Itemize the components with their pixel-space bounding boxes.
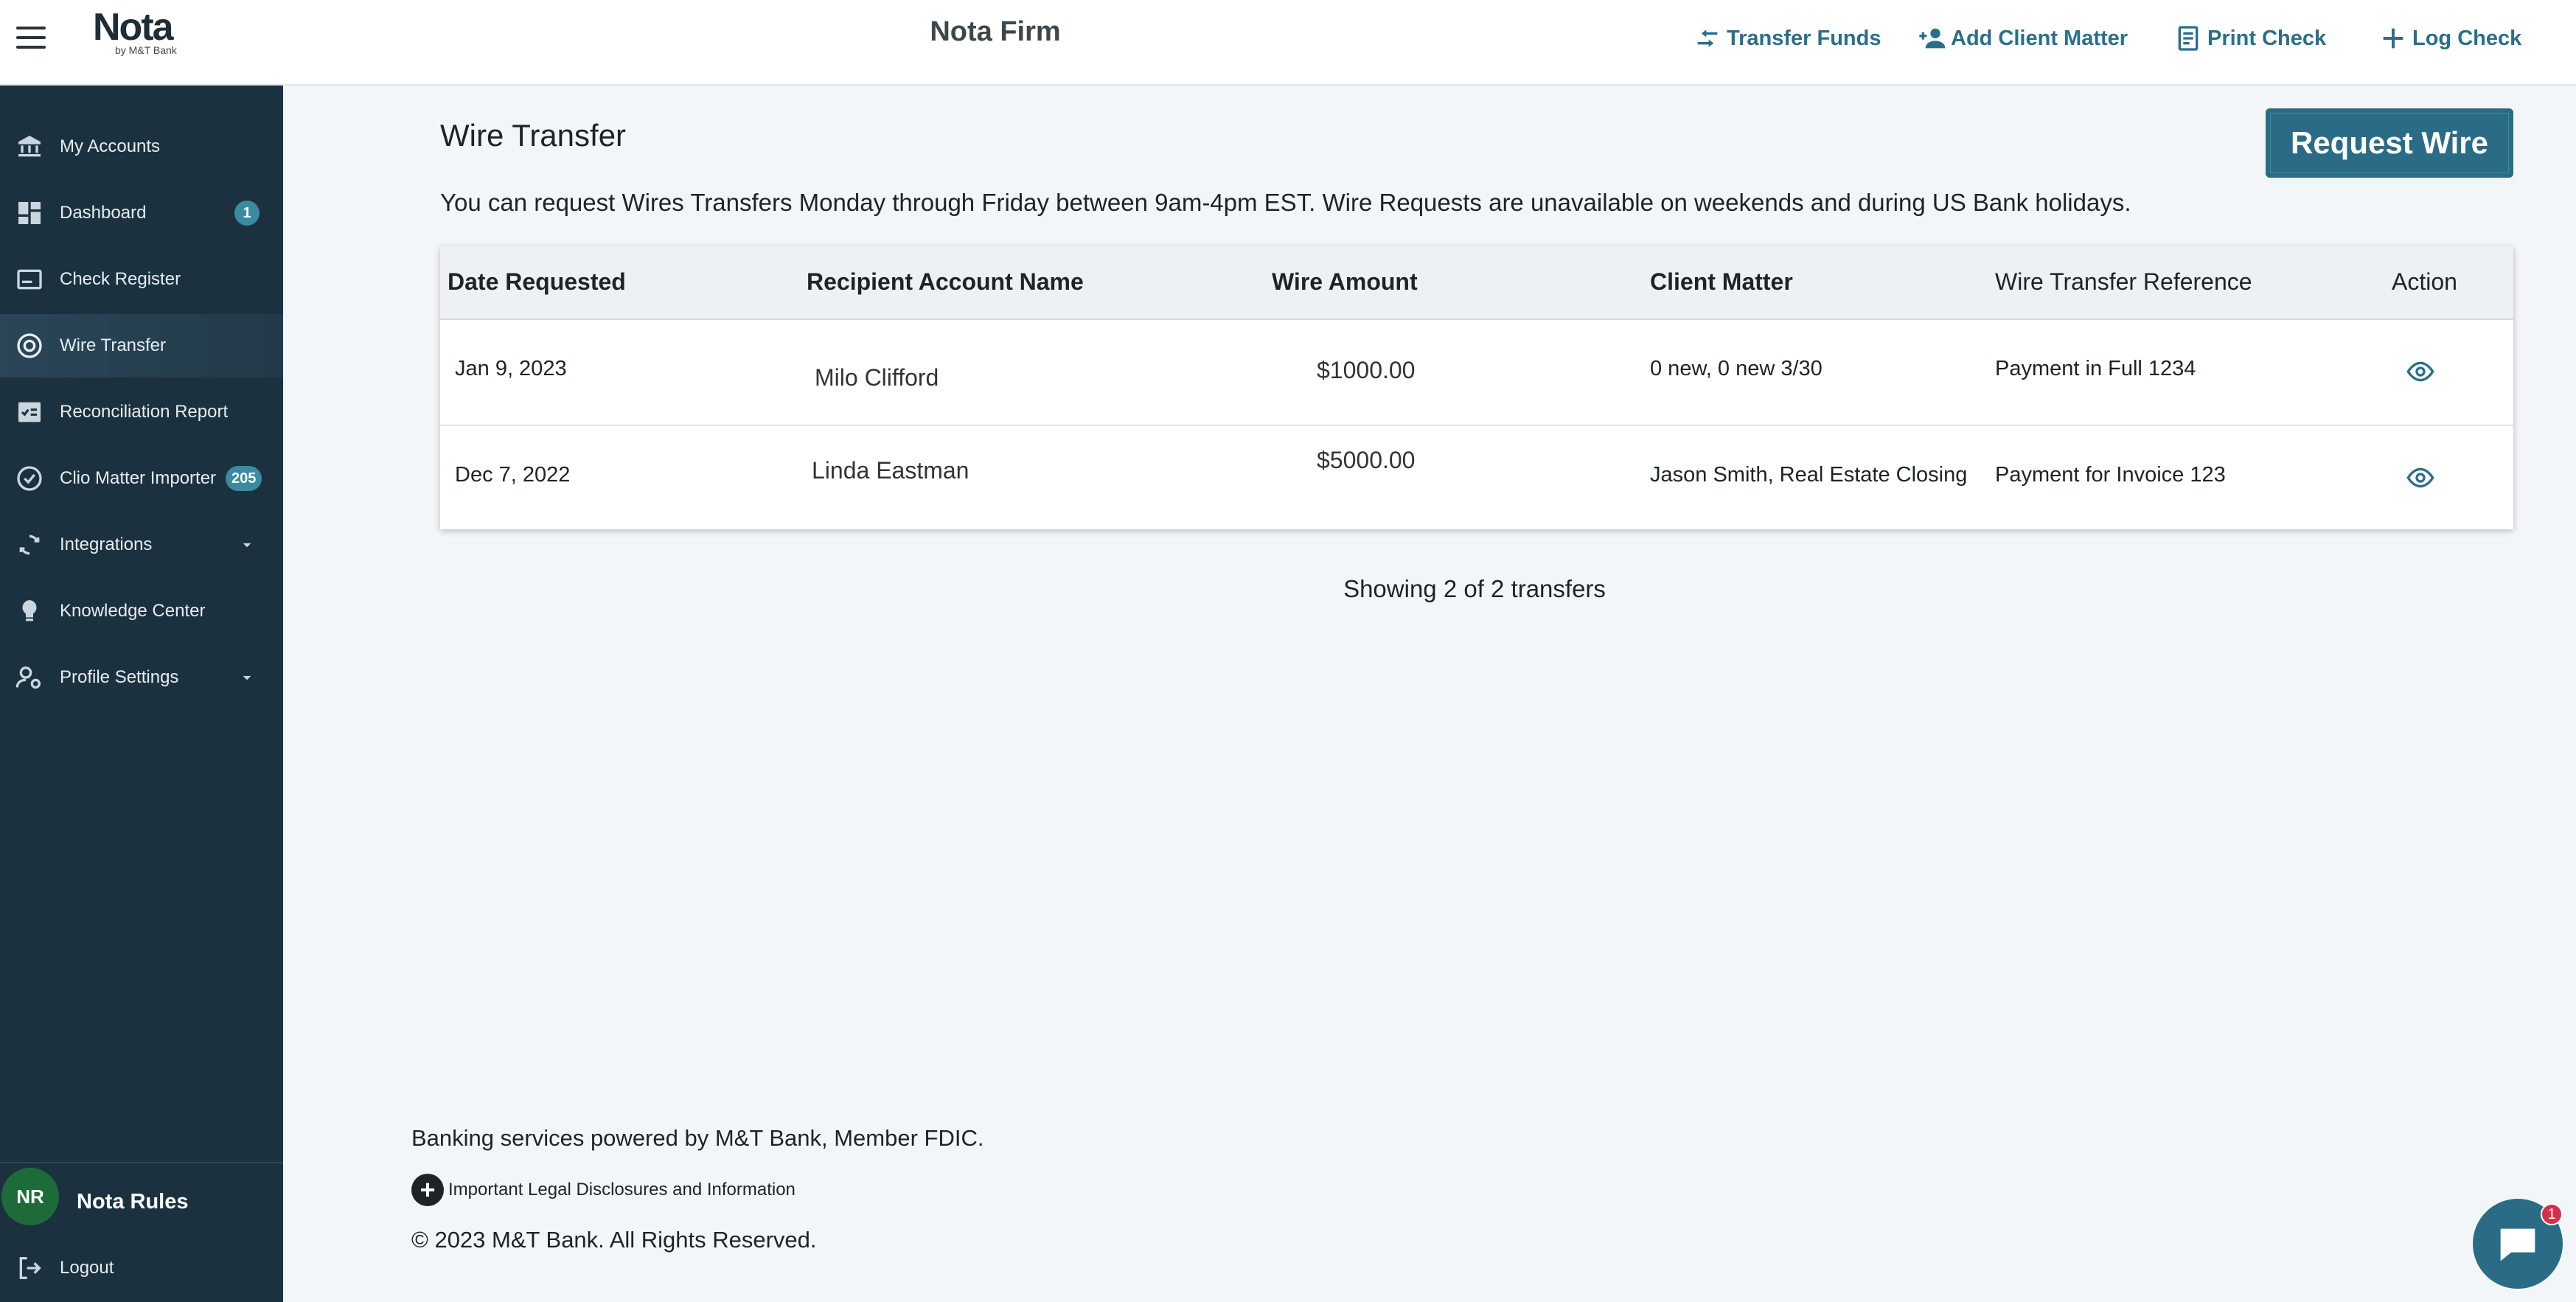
person-settings-icon xyxy=(15,666,41,689)
transfer-funds-button[interactable]: Transfer Funds xyxy=(1693,22,1881,55)
add-client-matter-button[interactable]: Add Client Matter xyxy=(1917,22,2128,55)
avatar[interactable]: NR xyxy=(1,1168,59,1225)
row-reference: Payment in Full 1234 xyxy=(1995,357,2196,380)
plus-circle-icon: + xyxy=(411,1174,444,1206)
report-icon xyxy=(18,402,41,422)
add-person-icon xyxy=(1919,28,1946,49)
sidebar-item-integrations[interactable]: Integrations xyxy=(0,513,283,577)
row-recipient: Milo Clifford xyxy=(815,364,939,391)
request-wire-button[interactable]: Request Wire xyxy=(2266,108,2513,178)
check-register-icon xyxy=(17,269,42,290)
wire-transfer-icon xyxy=(17,333,42,358)
row-amount: $1000.00 xyxy=(1317,357,1416,383)
powered-by-text: Banking services powered by M&T Bank, Me… xyxy=(411,1125,984,1151)
row-client-matter: Jason Smith, Real Estate Closing xyxy=(1650,463,1968,487)
row-recipient: Linda Eastman xyxy=(812,457,970,484)
logo[interactable]: Nota by M&T Bank xyxy=(93,7,189,56)
sidebar-item-label: Check Register xyxy=(60,269,181,289)
sync-icon xyxy=(19,535,40,555)
eye-icon[interactable] xyxy=(2406,463,2435,492)
sidebar: My Accounts Dashboard 1 Check Register W… xyxy=(0,86,283,1302)
chevron-down-icon[interactable] xyxy=(237,668,257,687)
column-header-client-matter[interactable]: Client Matter xyxy=(1650,268,1793,296)
menu-icon[interactable] xyxy=(16,27,46,49)
bank-icon xyxy=(18,136,41,157)
column-header-amount[interactable]: Wire Amount xyxy=(1272,268,1418,296)
sidebar-divider xyxy=(0,1162,283,1163)
sidebar-item-label: Integrations xyxy=(60,535,153,554)
chat-badge: 1 xyxy=(2541,1203,2563,1225)
sidebar-item-label: Dashboard xyxy=(60,203,147,223)
firm-title: Nota Firm xyxy=(930,16,1061,47)
row-reference: Payment for Invoice 123 xyxy=(1995,463,2226,487)
log-check-label: Log Check xyxy=(2412,26,2522,50)
sidebar-item-label: Profile Settings xyxy=(60,667,179,687)
row-client-matter: 0 new, 0 new 3/30 xyxy=(1650,357,1823,380)
sidebar-item-knowledge-center[interactable]: Knowledge Center xyxy=(0,579,283,643)
clio-importer-badge: 205 xyxy=(226,466,262,491)
copyright-text: © 2023 M&T Bank. All Rights Reserved. xyxy=(411,1227,817,1253)
page-title: Wire Transfer xyxy=(440,118,627,153)
table-header: Date Requested Recipient Account Name Wi… xyxy=(440,246,2513,320)
print-check-label: Print Check xyxy=(2207,26,2327,50)
dashboard-icon xyxy=(18,202,41,224)
pagination-summary: Showing 2 of 2 transfers xyxy=(1343,575,1606,602)
legal-disclosures-link[interactable]: + Important Legal Disclosures and Inform… xyxy=(411,1174,796,1206)
transfer-icon xyxy=(1697,29,1718,47)
chevron-down-icon[interactable] xyxy=(237,535,257,554)
sidebar-item-label: Knowledge Center xyxy=(60,601,206,621)
column-header-action: Action xyxy=(2392,268,2457,295)
sidebar-item-label: Clio Matter Importer xyxy=(60,468,217,488)
row-date: Jan 9, 2023 xyxy=(455,357,567,380)
top-header: Nota by M&T Bank Nota Firm Transfer Fund… xyxy=(0,0,2576,86)
sidebar-item-my-accounts[interactable]: My Accounts xyxy=(0,115,283,178)
sidebar-item-reconciliation-report[interactable]: Reconciliation Report xyxy=(0,380,283,444)
sidebar-item-clio-matter-importer[interactable]: Clio Matter Importer 205 xyxy=(0,447,283,510)
logo-text: Nota xyxy=(93,6,174,49)
sidebar-item-label: Wire Transfer xyxy=(60,335,167,355)
chat-icon xyxy=(2500,1228,2535,1261)
add-client-matter-label: Add Client Matter xyxy=(1951,26,2128,50)
sidebar-item-profile-settings[interactable]: Profile Settings xyxy=(0,646,283,709)
column-header-reference[interactable]: Wire Transfer Reference xyxy=(1995,268,2252,296)
sidebar-item-wire-transfer[interactable]: Wire Transfer xyxy=(0,314,283,377)
table-row: Dec 7, 2022 Linda Eastman $5000.00 Jason… xyxy=(440,425,2513,529)
print-check-icon xyxy=(2178,26,2199,51)
logout-button[interactable]: Logout xyxy=(0,1239,283,1298)
print-check-button[interactable]: Print Check xyxy=(2173,22,2326,55)
row-amount: $5000.00 xyxy=(1317,447,1416,473)
sidebar-item-label: My Accounts xyxy=(60,136,161,156)
logout-label: Logout xyxy=(60,1258,114,1278)
lightbulb-icon xyxy=(22,600,37,622)
dashboard-badge: 1 xyxy=(234,201,260,226)
log-check-button[interactable]: Log Check xyxy=(2378,22,2521,55)
logo-subtext: by M&T Bank xyxy=(115,44,177,56)
wire-transfers-table: Date Requested Recipient Account Name Wi… xyxy=(440,246,2513,529)
user-name: Nota Rules xyxy=(77,1190,189,1214)
sidebar-item-dashboard[interactable]: Dashboard 1 xyxy=(0,181,283,245)
column-header-recipient[interactable]: Recipient Account Name xyxy=(807,268,1084,296)
transfer-funds-label: Transfer Funds xyxy=(1727,26,1881,50)
table-row: Jan 9, 2023 Milo Clifford $1000.00 0 new… xyxy=(440,320,2513,425)
column-header-date[interactable]: Date Requested xyxy=(448,268,626,296)
wire-hours-notice: You can request Wires Transfers Monday t… xyxy=(440,189,2131,216)
sidebar-item-check-register[interactable]: Check Register xyxy=(0,248,283,311)
plus-icon xyxy=(2383,28,2403,49)
check-circle-icon xyxy=(17,466,42,491)
legal-disclosures-label: Important Legal Disclosures and Informat… xyxy=(448,1180,796,1200)
sidebar-item-label: Reconciliation Report xyxy=(60,402,229,422)
row-date: Dec 7, 2022 xyxy=(455,463,571,487)
logout-icon xyxy=(19,1257,41,1279)
eye-icon[interactable] xyxy=(2406,357,2435,386)
